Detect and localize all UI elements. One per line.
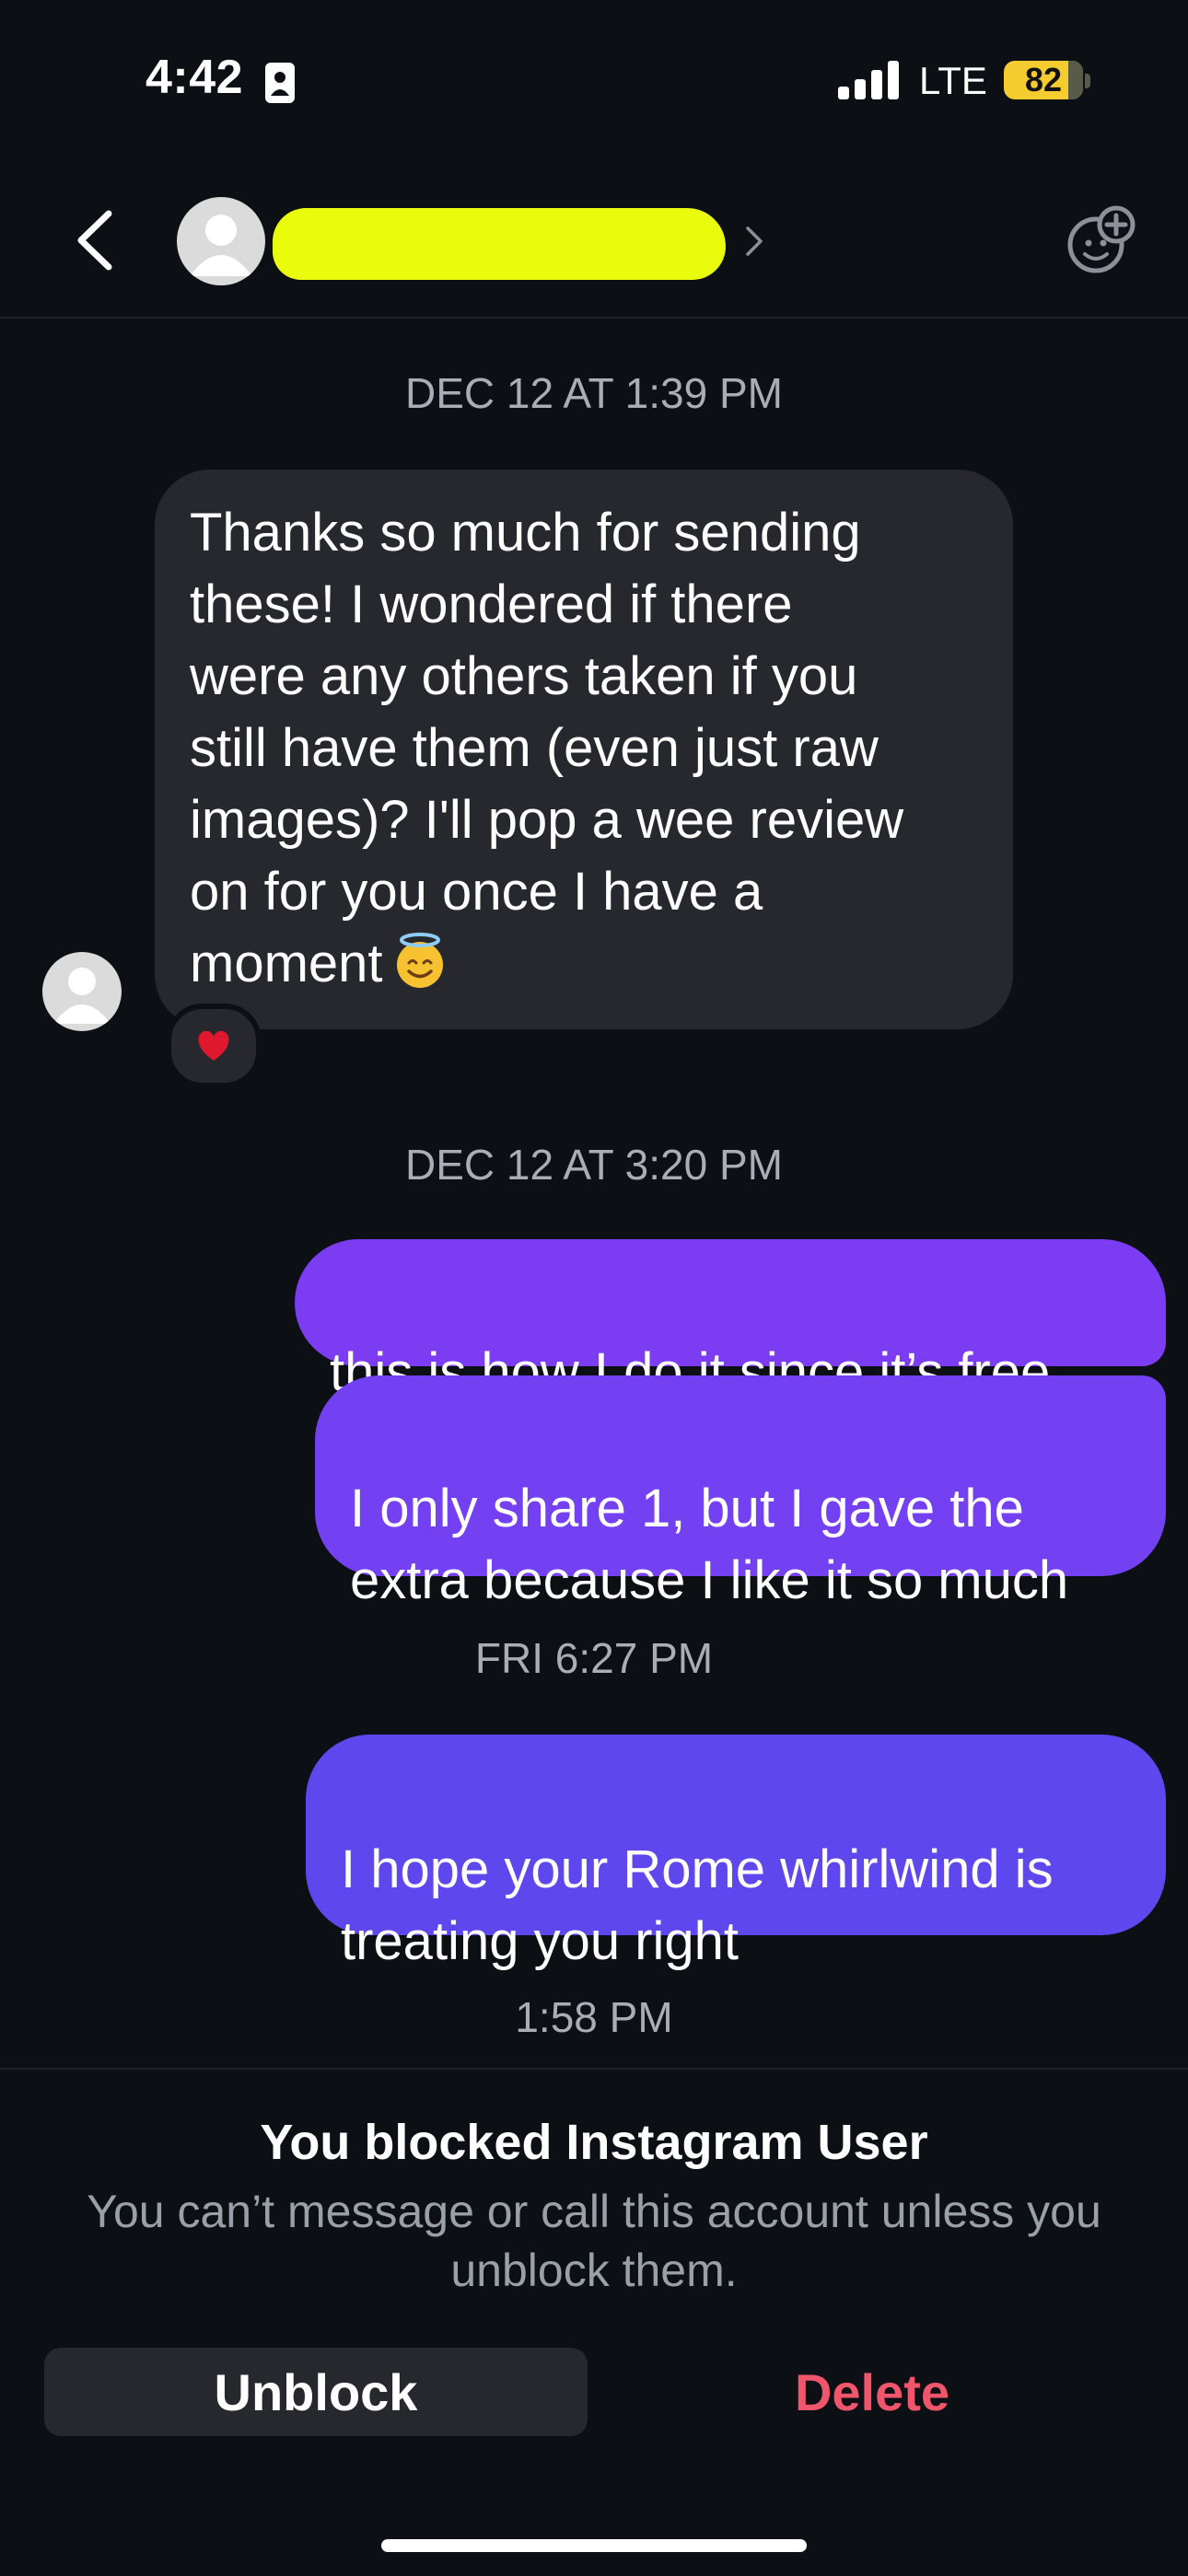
battery-icon: 82 [1004, 61, 1083, 99]
status-time: 4:42 [146, 51, 244, 104]
default-avatar-icon [53, 968, 111, 1024]
sender-avatar[interactable] [42, 952, 122, 1031]
battery-percent: 82 [1024, 61, 1063, 99]
message-text: I only share 1, but I gave the extra bec… [350, 1479, 1069, 1610]
smiling-face-with-halo-icon [396, 933, 443, 988]
message-timestamp: FRI 6:27 PM [474, 1634, 714, 1682]
red-heart-icon [198, 1030, 229, 1061]
cellular-signal-icon [838, 61, 899, 99]
blocked-title: You blocked Instagram User [260, 2115, 928, 2170]
incoming-message-bubble[interactable]: Thanks so much for sending these! I wond… [155, 470, 1013, 1029]
blocked-description: You can’t message or call this account u… [87, 2186, 1101, 2296]
outgoing-message-bubble[interactable]: this is how I do it since it’s free. [295, 1239, 1166, 1402]
unblock-button[interactable]: Unblock [44, 2348, 588, 2436]
contact-name-redacted[interactable] [273, 208, 726, 280]
message-text: I hope your Rome whirlwind is treating y… [341, 1839, 1054, 1971]
message-text: Thanks so much for sending these! I wond… [190, 503, 904, 993]
message-reaction[interactable] [166, 1004, 262, 1088]
message-timestamp: DEC 12 AT 3:20 PM [405, 1141, 783, 1189]
outgoing-message-bubble[interactable]: I hope your Rome whirlwind is treating y… [306, 1735, 1166, 1971]
outgoing-message-bubble[interactable]: I only share 1, but I gave the extra bec… [315, 1375, 1166, 1610]
sticker-add-icon[interactable] [1065, 204, 1136, 276]
focus-id-icon [265, 63, 295, 103]
delete-button[interactable]: Delete [600, 2348, 1144, 2436]
default-avatar-icon [190, 215, 252, 276]
message-timestamp: DEC 12 AT 1:39 PM [405, 369, 783, 417]
home-indicator[interactable] [381, 2539, 807, 2552]
network-type: LTE [919, 59, 987, 102]
message-timestamp: 1:58 PM [515, 1993, 673, 2041]
contact-avatar[interactable] [177, 197, 265, 285]
header-divider [0, 317, 1188, 319]
battery-cap [1085, 74, 1090, 88]
chevron-left-icon[interactable] [72, 208, 118, 273]
chevron-right-icon[interactable] [744, 225, 764, 258]
